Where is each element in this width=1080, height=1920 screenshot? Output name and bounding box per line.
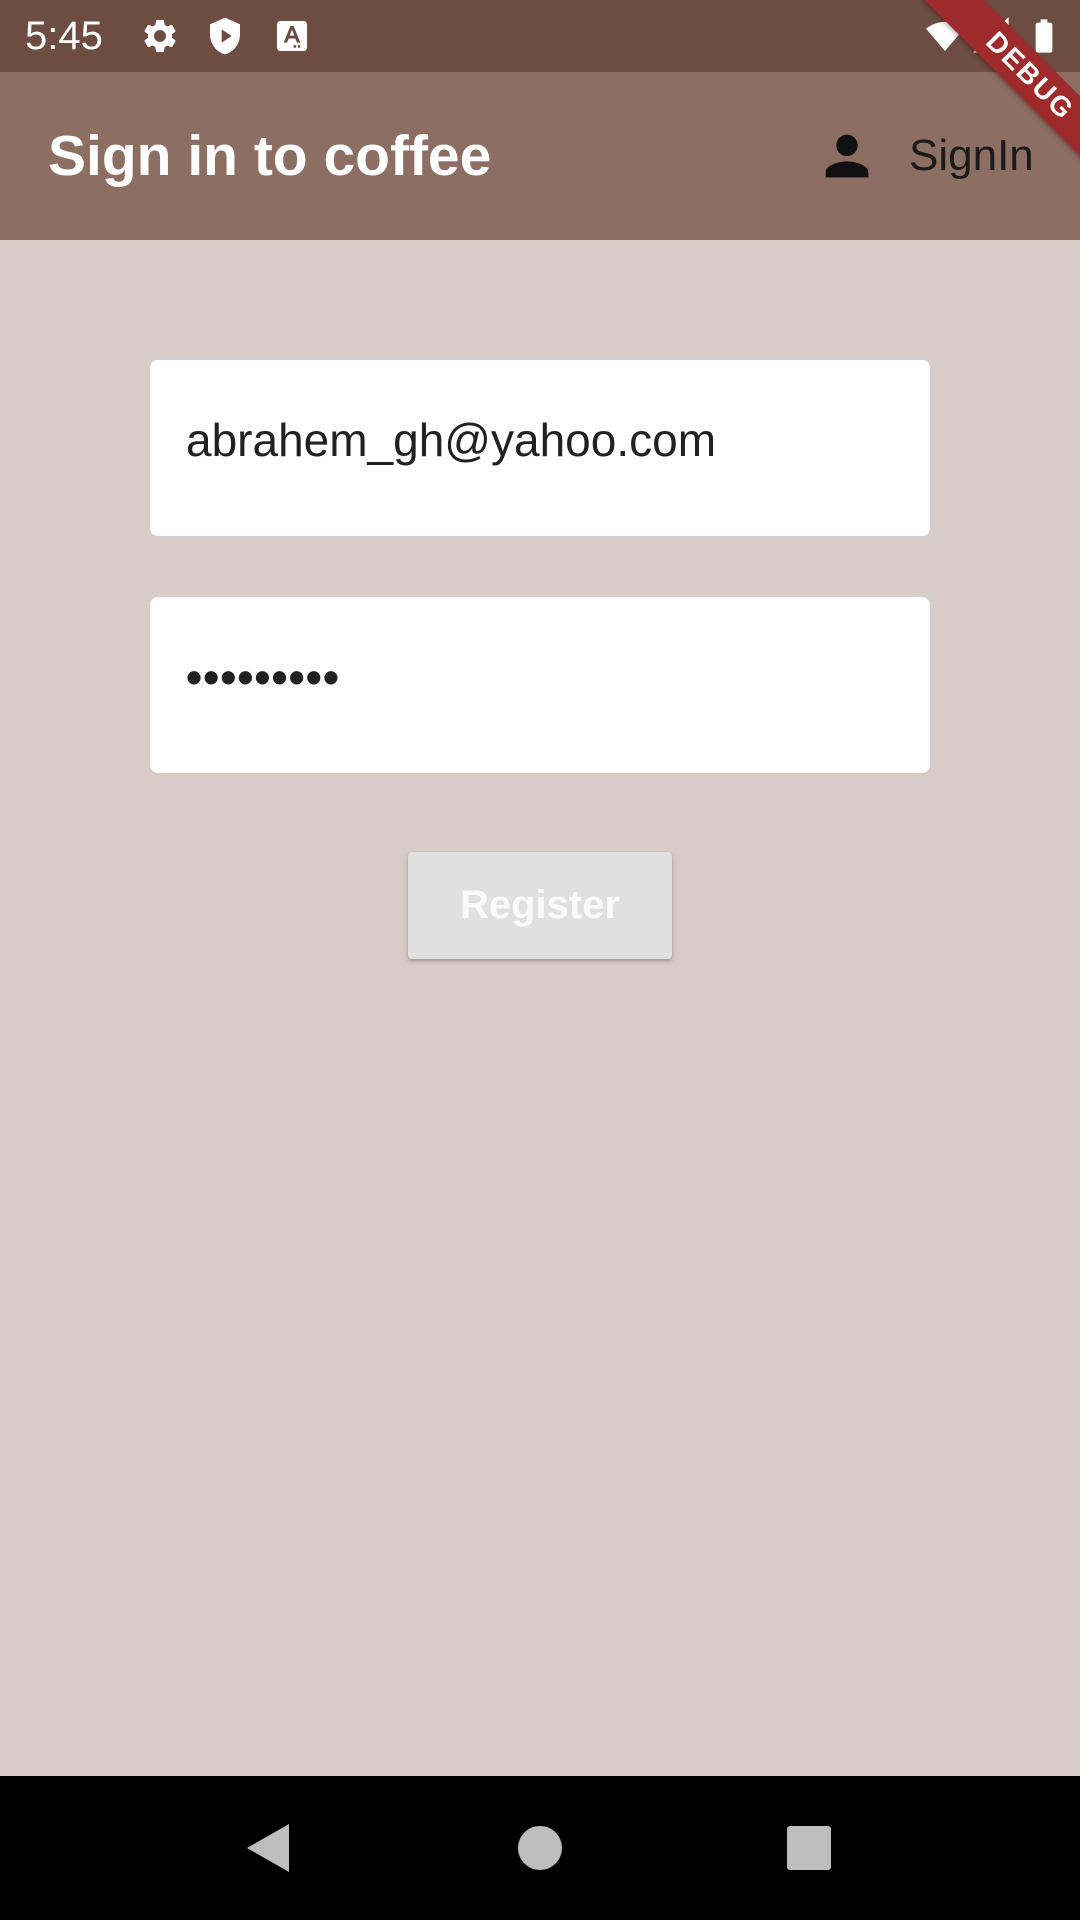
status-time: 5:45 [25,14,103,58]
password-value: ••••••••• [186,651,340,703]
battery-icon [1024,16,1064,56]
person-icon [825,134,869,178]
back-icon[interactable] [222,1803,312,1893]
email-value: abrahem_gh@yahoo.com [186,414,717,466]
register-button[interactable]: Register [408,852,672,959]
home-icon[interactable] [495,1803,585,1893]
shield-play-icon [205,16,245,56]
register-label: Register [459,883,621,927]
signin-button[interactable]: SignIn [815,120,1045,192]
font-a-icon [272,16,312,56]
wifi-icon [922,16,968,56]
status-bar: 5:45 [0,0,1080,72]
app-title: Sign in to coffee [48,124,492,188]
email-field[interactable]: abrahem_gh@yahoo.com [150,360,930,536]
signal-icon [972,16,1012,56]
gear-icon [140,16,180,56]
signin-label: SignIn [909,131,1034,180]
password-field[interactable]: ••••••••• [150,597,930,773]
navigation-bar [0,1776,1080,1920]
recents-icon[interactable] [764,1803,854,1893]
screen: 5:45 Sign in to coffee SignIn DEBUG abra… [0,0,1080,1920]
app-bar: Sign in to coffee SignIn [0,72,1080,240]
